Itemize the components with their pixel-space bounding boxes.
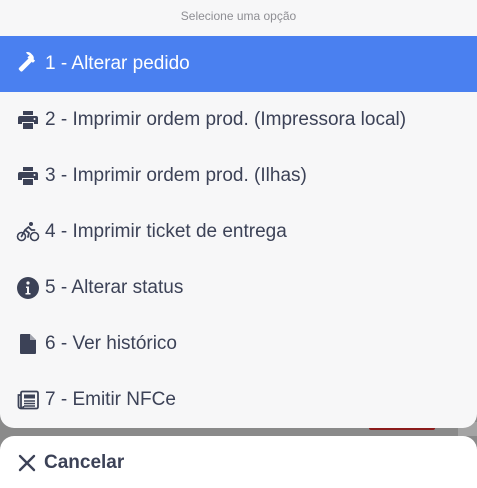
menu-item-label: 7 - Emitir NFCe <box>45 389 176 410</box>
file-icon <box>15 331 41 357</box>
menu-item-label: 6 - Ver histórico <box>45 333 177 354</box>
menu-item-emitir-nfce[interactable]: 7 - Emitir NFCe <box>0 372 477 428</box>
menu-item-imprimir-ticket[interactable]: 4 - Imprimir ticket de entrega <box>0 204 477 260</box>
menu-item-label: 2 - Imprimir ordem prod. (Impressora loc… <box>45 109 407 130</box>
cancel-sheet: Cancelar <box>0 436 477 488</box>
menu-item-label: 1 - Alterar pedido <box>45 53 190 74</box>
newspaper-icon <box>15 387 41 413</box>
menu-item-label: 5 - Alterar status <box>45 277 184 298</box>
bicycle-icon <box>15 219 41 245</box>
menu-item-imprimir-ordem-ilhas[interactable]: 3 - Imprimir ordem prod. (Ilhas) <box>0 148 477 204</box>
action-sheet-title: Selecione uma opção <box>180 9 297 23</box>
cancel-label: Cancelar <box>44 452 125 473</box>
menu-item-imprimir-ordem-local[interactable]: 2 - Imprimir ordem prod. (Impressora loc… <box>0 92 477 148</box>
menu-item-label: 4 - Imprimir ticket de entrega <box>45 221 287 242</box>
printer-icon <box>15 107 41 133</box>
close-icon <box>16 452 38 474</box>
info-circle-icon <box>15 275 41 301</box>
cancel-button[interactable]: Cancelar <box>16 452 124 474</box>
menu-item-label: 3 - Imprimir ordem prod. (Ilhas) <box>45 165 307 186</box>
printer-icon <box>15 163 41 189</box>
action-sheet: Selecione uma opção 1 - Alterar pedido 2… <box>0 0 477 428</box>
menu-item-alterar-status[interactable]: 5 - Alterar status <box>0 260 477 316</box>
menu-item-alterar-pedido[interactable]: 1 - Alterar pedido <box>0 36 477 92</box>
hammer-icon <box>15 51 41 77</box>
menu-item-ver-historico[interactable]: 6 - Ver histórico <box>0 316 477 372</box>
